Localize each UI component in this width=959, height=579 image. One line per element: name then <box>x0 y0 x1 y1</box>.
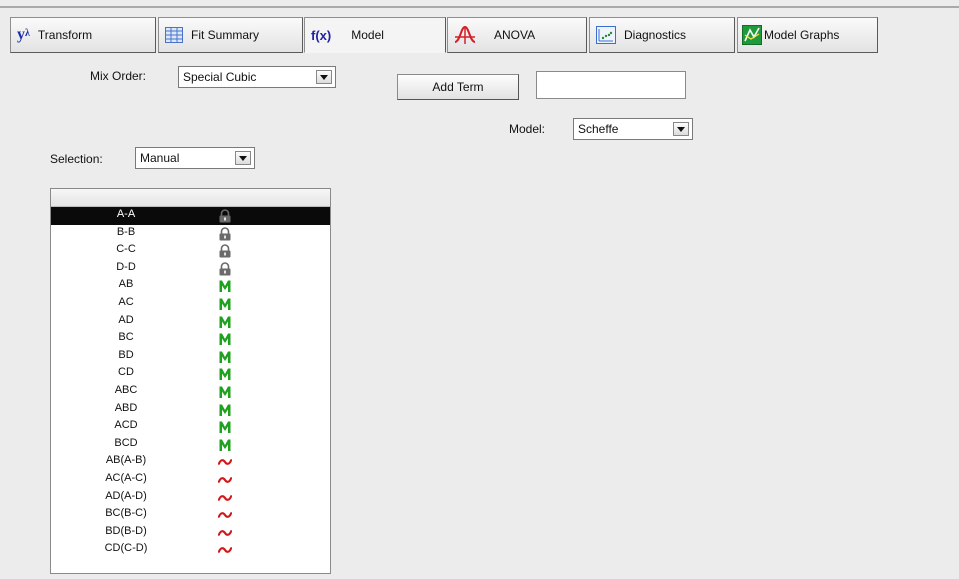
term-name: BC <box>118 331 134 344</box>
m-icon[interactable] <box>218 332 232 346</box>
term-name: ABD <box>114 401 138 414</box>
term-name: C-C <box>116 243 136 256</box>
m-icon[interactable] <box>218 315 232 329</box>
term-name: BC(B-C) <box>105 507 147 520</box>
tilde-icon[interactable] <box>218 526 232 540</box>
term-name: BD(B-D) <box>105 524 147 537</box>
tab-diagnostics-label: Diagnostics <box>624 28 687 42</box>
term-name: AC(A-C) <box>105 471 147 484</box>
mix-order-value: Special Cubic <box>183 70 257 84</box>
fx-icon: f(x) <box>311 27 332 43</box>
m-icon[interactable] <box>218 367 232 381</box>
term-row[interactable]: CD(C-D) <box>51 541 330 559</box>
term-row[interactable]: BC <box>51 330 330 348</box>
term-name: ACD <box>114 419 138 432</box>
mix-order-dropdown[interactable]: Special Cubic <box>178 66 336 88</box>
term-name: CD <box>118 366 134 379</box>
term-row[interactable]: D-D <box>51 260 330 278</box>
term-row[interactable]: BD <box>51 348 330 366</box>
tilde-icon[interactable] <box>218 455 232 469</box>
model-window: yλ Transform Fit Summary f(x) Model ANOV… <box>0 0 959 579</box>
tab-diagnostics[interactable]: Diagnostics <box>589 17 735 53</box>
chevron-down-icon[interactable] <box>673 122 689 136</box>
tab-model-graphs-label: Model Graphs <box>764 28 840 42</box>
term-name: AB <box>118 278 134 291</box>
term-name: ABC <box>114 383 138 396</box>
term-name: AD(A-D) <box>105 489 147 502</box>
grid-table-icon <box>165 27 183 43</box>
lock-icon[interactable] <box>218 209 232 223</box>
window-top-border <box>0 6 959 8</box>
term-row[interactable]: BD(B-D) <box>51 524 330 542</box>
term-row[interactable]: AD(A-D) <box>51 489 330 507</box>
chevron-down-icon[interactable] <box>316 70 332 84</box>
model-terms-list[interactable]: A-A B-B C-C D-D AB AC AD BC BD CD ABC ABD ACD BCD AB(A… <box>50 188 331 574</box>
term-name: D-D <box>116 260 136 273</box>
list-header <box>51 189 330 207</box>
lock-icon[interactable] <box>218 226 232 241</box>
term-name: B-B <box>116 225 136 238</box>
m-icon[interactable] <box>218 279 232 293</box>
selection-value: Manual <box>140 151 180 165</box>
term-rows: A-A B-B C-C D-D AB AC AD BC BD CD ABC ABD ACD BCD AB(A… <box>51 207 330 559</box>
m-icon[interactable] <box>218 297 232 311</box>
tab-model[interactable]: f(x) Model <box>304 17 446 53</box>
term-name: AB(A-B) <box>105 454 147 467</box>
lock-icon[interactable] <box>218 244 232 258</box>
scatter-plot-icon <box>596 26 616 44</box>
term-name: AC <box>118 295 134 308</box>
term-name: BCD <box>114 436 138 449</box>
term-name: CD(C-D) <box>104 542 148 555</box>
model-dropdown[interactable]: Scheffe <box>573 118 693 140</box>
term-row[interactable]: BC(B-C) <box>51 506 330 524</box>
m-icon[interactable] <box>218 420 232 434</box>
tilde-icon[interactable] <box>218 473 232 487</box>
m-icon[interactable] <box>218 350 232 364</box>
tab-model-label: Model <box>351 28 384 42</box>
term-row[interactable]: AC(A-C) <box>51 471 330 489</box>
y-lambda-icon: yλ <box>17 26 30 43</box>
model-label: Model: <box>509 122 546 136</box>
mix-order-label: Mix Order: <box>90 69 147 83</box>
chevron-down-icon[interactable] <box>235 151 251 165</box>
term-row[interactable]: A-A <box>51 207 330 225</box>
lock-icon[interactable] <box>218 261 232 276</box>
model-graph-icon <box>742 25 762 45</box>
tab-fit-summary[interactable]: Fit Summary <box>158 17 303 53</box>
term-name: AD <box>118 313 134 326</box>
tab-transform-label: Transform <box>37 28 93 42</box>
term-row[interactable]: BCD <box>51 436 330 454</box>
add-term-button[interactable]: Add Term <box>397 74 519 100</box>
term-name: A-A <box>116 208 136 220</box>
term-row[interactable]: AB(A-B) <box>51 453 330 471</box>
m-icon[interactable] <box>218 438 232 452</box>
anova-curve-icon <box>454 25 476 45</box>
tab-anova[interactable]: ANOVA <box>447 17 587 53</box>
tilde-icon[interactable] <box>218 508 232 522</box>
tab-model-graphs[interactable]: Model Graphs <box>737 17 878 53</box>
m-icon[interactable] <box>218 403 232 417</box>
term-row[interactable]: CD <box>51 365 330 383</box>
term-row[interactable]: AC <box>51 295 330 313</box>
add-term-input[interactable] <box>536 71 686 99</box>
tilde-icon[interactable] <box>218 491 232 505</box>
term-name: BD <box>118 348 134 361</box>
selection-dropdown[interactable]: Manual <box>135 147 255 169</box>
term-row[interactable]: B-B <box>51 225 330 243</box>
term-row[interactable]: ABD <box>51 401 330 419</box>
term-row[interactable]: C-C <box>51 242 330 260</box>
tab-fit-summary-label: Fit Summary <box>191 28 260 42</box>
term-row[interactable]: AB <box>51 277 330 295</box>
tilde-icon[interactable] <box>218 543 232 557</box>
term-row[interactable]: ACD <box>51 418 330 436</box>
selection-label: Selection: <box>50 152 103 166</box>
term-row[interactable]: AD <box>51 313 330 331</box>
m-icon[interactable] <box>218 385 232 399</box>
tab-anova-label: ANOVA <box>494 28 536 42</box>
tab-transform[interactable]: yλ Transform <box>10 17 156 53</box>
model-value: Scheffe <box>578 122 619 136</box>
term-row[interactable]: ABC <box>51 383 330 401</box>
